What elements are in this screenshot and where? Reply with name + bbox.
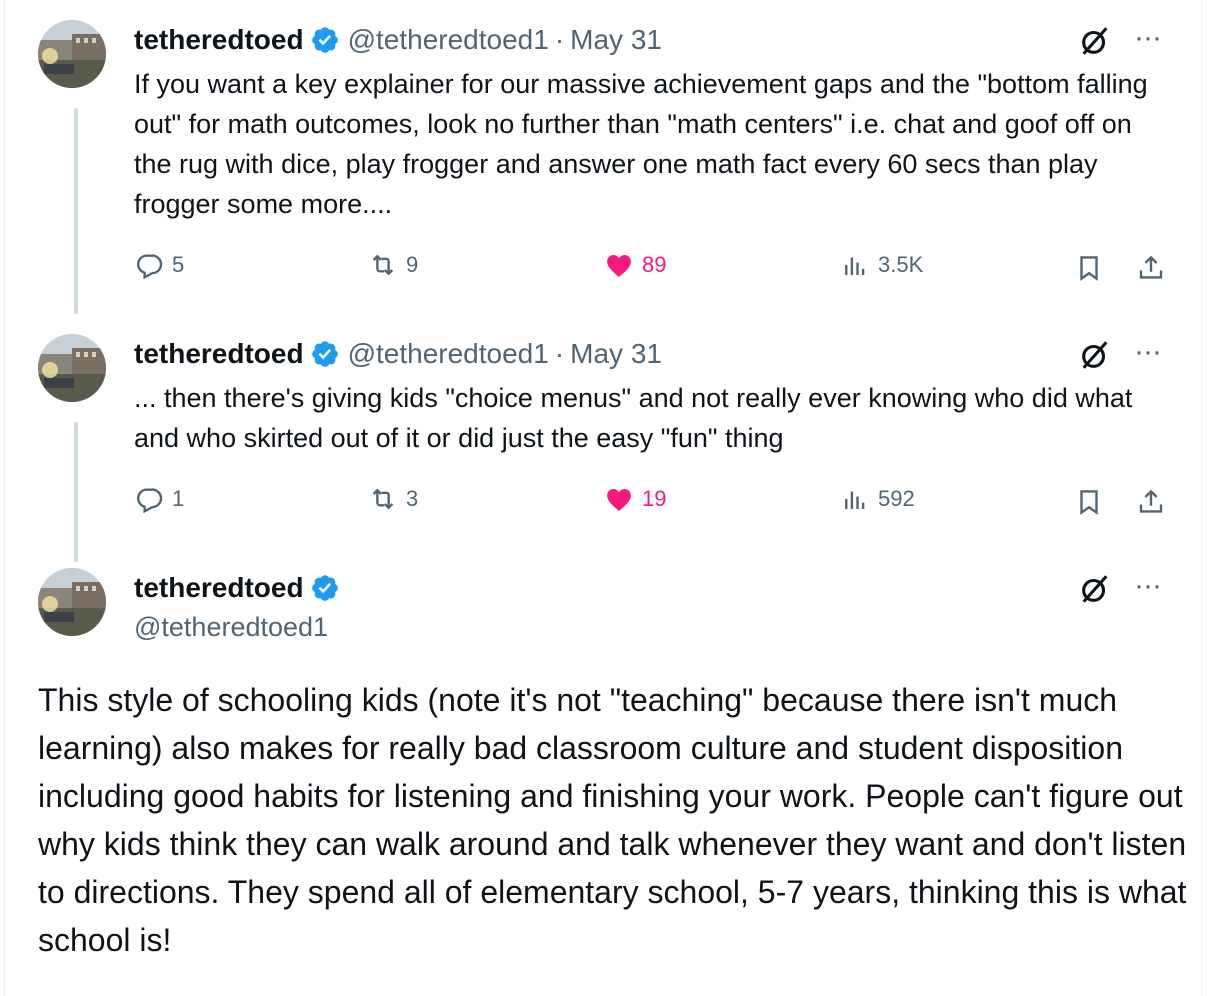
repost-button[interactable]: 3 — [368, 484, 418, 514]
tweet-text: If you want a key explainer for our mass… — [134, 69, 1148, 219]
repost-icon — [372, 488, 394, 510]
verified-badge-icon — [311, 341, 338, 367]
views-count: 592 — [878, 486, 915, 511]
author-handle[interactable]: @tetheredtoed1 — [348, 24, 549, 56]
repost-button[interactable]: 9 — [368, 250, 418, 280]
author-handle[interactable]: @tetheredtoed1 — [348, 338, 549, 370]
author-name[interactable]: tetheredtoed — [134, 572, 304, 604]
reply-button[interactable]: 5 — [134, 250, 184, 280]
grok-icon[interactable] — [1078, 24, 1112, 58]
avatar[interactable] — [38, 20, 106, 88]
thread-connector — [74, 422, 78, 562]
views-icon — [845, 491, 865, 509]
bookmark-icon[interactable] — [1074, 253, 1104, 283]
separator: · — [554, 24, 565, 55]
heart-icon — [607, 255, 631, 277]
like-button[interactable]: 89 — [604, 250, 666, 280]
like-button[interactable]: 19 — [604, 484, 666, 514]
tweet-header: tetheredtoed @tetheredtoed1 · May 31 — [134, 336, 662, 372]
repost-icon — [372, 254, 394, 276]
reply-count: 5 — [172, 252, 185, 277]
share-icon[interactable] — [1136, 487, 1166, 517]
views-button[interactable]: 3.5K — [840, 250, 923, 280]
tweet-actions: 1 3 19 592 — [134, 484, 1180, 520]
verified-badge-icon — [311, 575, 338, 601]
tweet-text: ... then there's giving kids "choice men… — [134, 383, 1133, 453]
tweet-header: tetheredtoed @tetheredtoed1 · May 31 — [134, 22, 662, 58]
repost-count: 9 — [406, 252, 419, 277]
share-icon[interactable] — [1136, 253, 1166, 283]
repost-count: 3 — [406, 486, 419, 511]
tweet-date[interactable]: May 31 — [570, 338, 662, 370]
thread-connector — [74, 108, 78, 314]
like-count: 89 — [642, 252, 667, 277]
bookmark-icon[interactable] — [1074, 487, 1104, 517]
author-handle[interactable]: @tetheredtoed1 — [134, 612, 328, 643]
tweet-actions: 5 9 89 3.5K — [134, 250, 1180, 286]
reply-icon — [137, 488, 163, 514]
heart-icon — [607, 489, 631, 511]
separator: · — [554, 338, 565, 369]
views-button[interactable]: 592 — [840, 484, 915, 514]
like-count: 19 — [642, 486, 667, 511]
reply-button[interactable]: 1 — [134, 484, 184, 514]
avatar[interactable] — [38, 334, 106, 402]
views-count: 3.5K — [878, 252, 924, 277]
main-tweet-text: This style of schooling kids (note it's … — [38, 682, 1187, 958]
grok-icon[interactable] — [1078, 572, 1112, 606]
more-options-button[interactable]: ··· — [1134, 23, 1162, 53]
more-options-button[interactable]: ··· — [1134, 571, 1162, 601]
more-options-button[interactable]: ··· — [1134, 337, 1162, 367]
verified-badge-icon — [311, 27, 338, 53]
author-name[interactable]: tetheredtoed — [134, 338, 304, 370]
reply-icon — [137, 254, 163, 280]
avatar[interactable] — [38, 568, 106, 636]
views-icon — [845, 257, 865, 275]
grok-icon[interactable] — [1078, 338, 1112, 372]
reply-count: 1 — [172, 486, 185, 511]
author-name[interactable]: tetheredtoed — [134, 24, 304, 56]
tweet-date[interactable]: May 31 — [570, 24, 662, 56]
main-tweet-header: tetheredtoed — [134, 570, 348, 606]
